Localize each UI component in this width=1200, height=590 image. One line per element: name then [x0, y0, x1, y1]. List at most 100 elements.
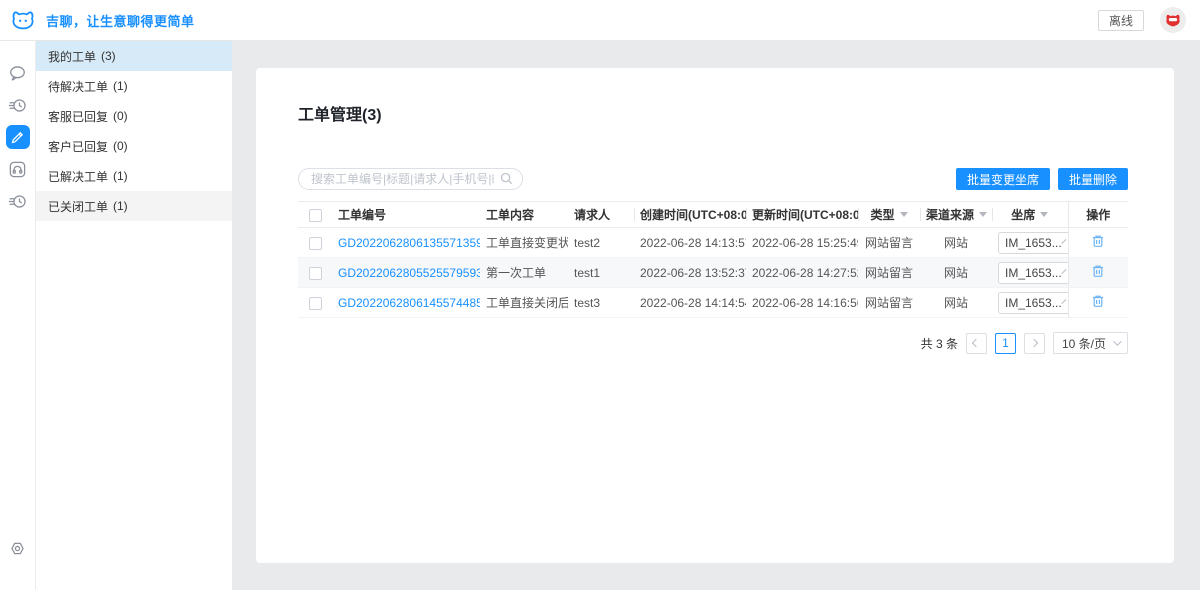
delete-ticket-button[interactable] [1091, 294, 1105, 308]
sidebar-item-pending-tickets[interactable]: 待解决工单 (1) [36, 71, 232, 101]
topbar-right: 离线 [1098, 7, 1186, 33]
chat-bubble-icon[interactable] [6, 61, 30, 85]
user-avatar[interactable] [1160, 7, 1186, 33]
ticket-management-card: 工单管理(3) 批量变更坐席 批量删除 [256, 68, 1174, 563]
chevron-down-icon [1113, 337, 1121, 345]
select-all-checkbox[interactable] [309, 209, 322, 222]
ticket-type: 网站留言 [858, 258, 920, 288]
ticket-content: 工单直接关闭后... [480, 288, 568, 318]
search-icon[interactable] [500, 172, 513, 190]
ticket-content: 工单直接变更状态 [480, 228, 568, 258]
sidebar-item-label: 待解决工单 [48, 78, 108, 95]
search-input[interactable] [298, 168, 523, 190]
sidebar-item-closed-tickets[interactable]: 已关闭工单 (1) [36, 191, 232, 221]
sidebar-item-count: (1) [113, 169, 128, 183]
page-title: 工单管理(3) [298, 68, 1128, 125]
col-updated-time: 更新时间(UTC+08:00) [746, 202, 858, 228]
requester: test2 [568, 228, 634, 258]
agent-select[interactable]: IM_1653... [998, 232, 1068, 254]
headset-icon[interactable] [6, 157, 30, 181]
edit-tickets-icon[interactable] [6, 125, 30, 149]
chevron-down-icon [1061, 269, 1066, 274]
next-page-button[interactable] [1024, 333, 1045, 354]
col-actions: 操作 [1068, 202, 1128, 228]
sidebar-item-my-tickets[interactable]: 我的工单 (3) [36, 41, 232, 71]
top-bar: 吉聊，让生意聊得更简单 离线 [0, 0, 1200, 41]
channel-source: 网站 [920, 228, 992, 258]
agent-status-button[interactable]: 离线 [1098, 10, 1144, 31]
brand-cat-logo-icon [10, 9, 36, 31]
batch-delete-button[interactable]: 批量删除 [1058, 168, 1128, 190]
table-row: GD2022062806135571359 工单直接变更状态 test2 202… [298, 228, 1128, 258]
sidebar-item-count: (3) [101, 49, 116, 63]
search-wrap [298, 168, 523, 190]
page-size-select[interactable]: 10 条/页 [1053, 332, 1128, 354]
col-ticket-content: 工单内容 [480, 202, 568, 228]
sidebar-item-count: (0) [113, 109, 128, 123]
sidebar-item-label: 已解决工单 [48, 168, 108, 185]
sidebar-item-label: 已关闭工单 [48, 198, 108, 215]
total-count-label: 共 3 条 [921, 335, 958, 352]
agent-select[interactable]: IM_1653... [998, 262, 1068, 284]
chevron-down-icon [1061, 239, 1066, 244]
col-channel-filter[interactable]: 渠道来源 [920, 202, 992, 228]
caret-down-icon [1040, 212, 1048, 221]
updated-time: 2022-06-28 14:16:56 [746, 288, 858, 318]
delete-ticket-button[interactable] [1091, 264, 1105, 278]
col-created-time: 创建时间(UTC+08:00) [634, 202, 746, 228]
prev-page-button[interactable] [966, 333, 987, 354]
sidebar-item-agent-replied[interactable]: 客服已回复 (0) [36, 101, 232, 131]
col-requester: 请求人 [568, 202, 634, 228]
tickets-table: 工单编号 工单内容 请求人 创建时间(UTC+08:00) 更新时间(UTC+0… [298, 201, 1128, 318]
sidebar-item-customer-replied[interactable]: 客户已回复 (0) [36, 131, 232, 161]
row-checkbox[interactable] [309, 237, 322, 250]
chevron-right-icon [1030, 339, 1038, 347]
batch-change-agent-button[interactable]: 批量变更坐席 [956, 168, 1050, 190]
caret-down-icon [900, 212, 908, 221]
chevron-left-icon [972, 339, 980, 347]
updated-time: 2022-06-28 14:27:52 [746, 258, 858, 288]
delete-ticket-button[interactable] [1091, 234, 1105, 248]
sidebar-item-label: 客户已回复 [48, 138, 108, 155]
ticket-history-icon[interactable] [6, 93, 30, 117]
sidebar-item-resolved-tickets[interactable]: 已解决工单 (1) [36, 161, 232, 191]
main-body: 我的工单 (3) 待解决工单 (1) 客服已回复 (0) 客户已回复 (0) 已… [0, 41, 1200, 590]
ticket-content: 第一次工单 [480, 258, 568, 288]
toolbar-buttons: 批量变更坐席 批量删除 [956, 168, 1128, 190]
created-time: 2022-06-28 13:52:37 [634, 258, 746, 288]
row-checkbox[interactable] [309, 267, 322, 280]
requester: test3 [568, 288, 634, 318]
col-type-filter[interactable]: 类型 [858, 202, 920, 228]
content-area: 工单管理(3) 批量变更坐席 批量删除 [232, 41, 1200, 590]
sidebar-item-label: 客服已回复 [48, 108, 108, 125]
table-header-row: 工单编号 工单内容 请求人 创建时间(UTC+08:00) 更新时间(UTC+0… [298, 202, 1128, 228]
row-checkbox[interactable] [309, 297, 322, 310]
created-time: 2022-06-28 14:14:54 [634, 288, 746, 318]
col-ticket-id: 工单编号 [332, 202, 480, 228]
ticket-id-link[interactable]: GD2022062806135571359 [338, 236, 480, 250]
icon-rail [0, 41, 36, 590]
ticket-id-link[interactable]: GD2022062805525579593 [338, 266, 480, 280]
agent-select[interactable]: IM_1653... [998, 292, 1068, 314]
work-history-icon[interactable] [6, 189, 30, 213]
settings-icon[interactable] [6, 536, 30, 560]
ticket-id-link[interactable]: GD2022062806145574485 [338, 296, 480, 310]
updated-time: 2022-06-28 15:25:49 [746, 228, 858, 258]
caret-down-icon [979, 212, 987, 221]
pagination: 共 3 条 1 10 条/页 [298, 332, 1128, 354]
chevron-down-icon [1061, 299, 1066, 304]
channel-source: 网站 [920, 258, 992, 288]
ticket-type: 网站留言 [858, 228, 920, 258]
col-agent-filter[interactable]: 坐席 [992, 202, 1068, 228]
toolbar: 批量变更坐席 批量删除 [298, 168, 1128, 190]
page-number-button[interactable]: 1 [995, 333, 1016, 354]
ticket-filter-sidebar: 我的工单 (3) 待解决工单 (1) 客服已回复 (0) 客户已回复 (0) 已… [36, 41, 232, 590]
sidebar-item-count: (0) [113, 139, 128, 153]
app-window: 吉聊，让生意聊得更简单 离线 [0, 0, 1200, 590]
sidebar-item-label: 我的工单 [48, 48, 96, 65]
requester: test1 [568, 258, 634, 288]
created-time: 2022-06-28 14:13:57 [634, 228, 746, 258]
brand-slogan: 吉聊，让生意聊得更简单 [46, 11, 195, 30]
table-row: GD2022062805525579593 第一次工单 test1 2022-0… [298, 258, 1128, 288]
channel-source: 网站 [920, 288, 992, 318]
